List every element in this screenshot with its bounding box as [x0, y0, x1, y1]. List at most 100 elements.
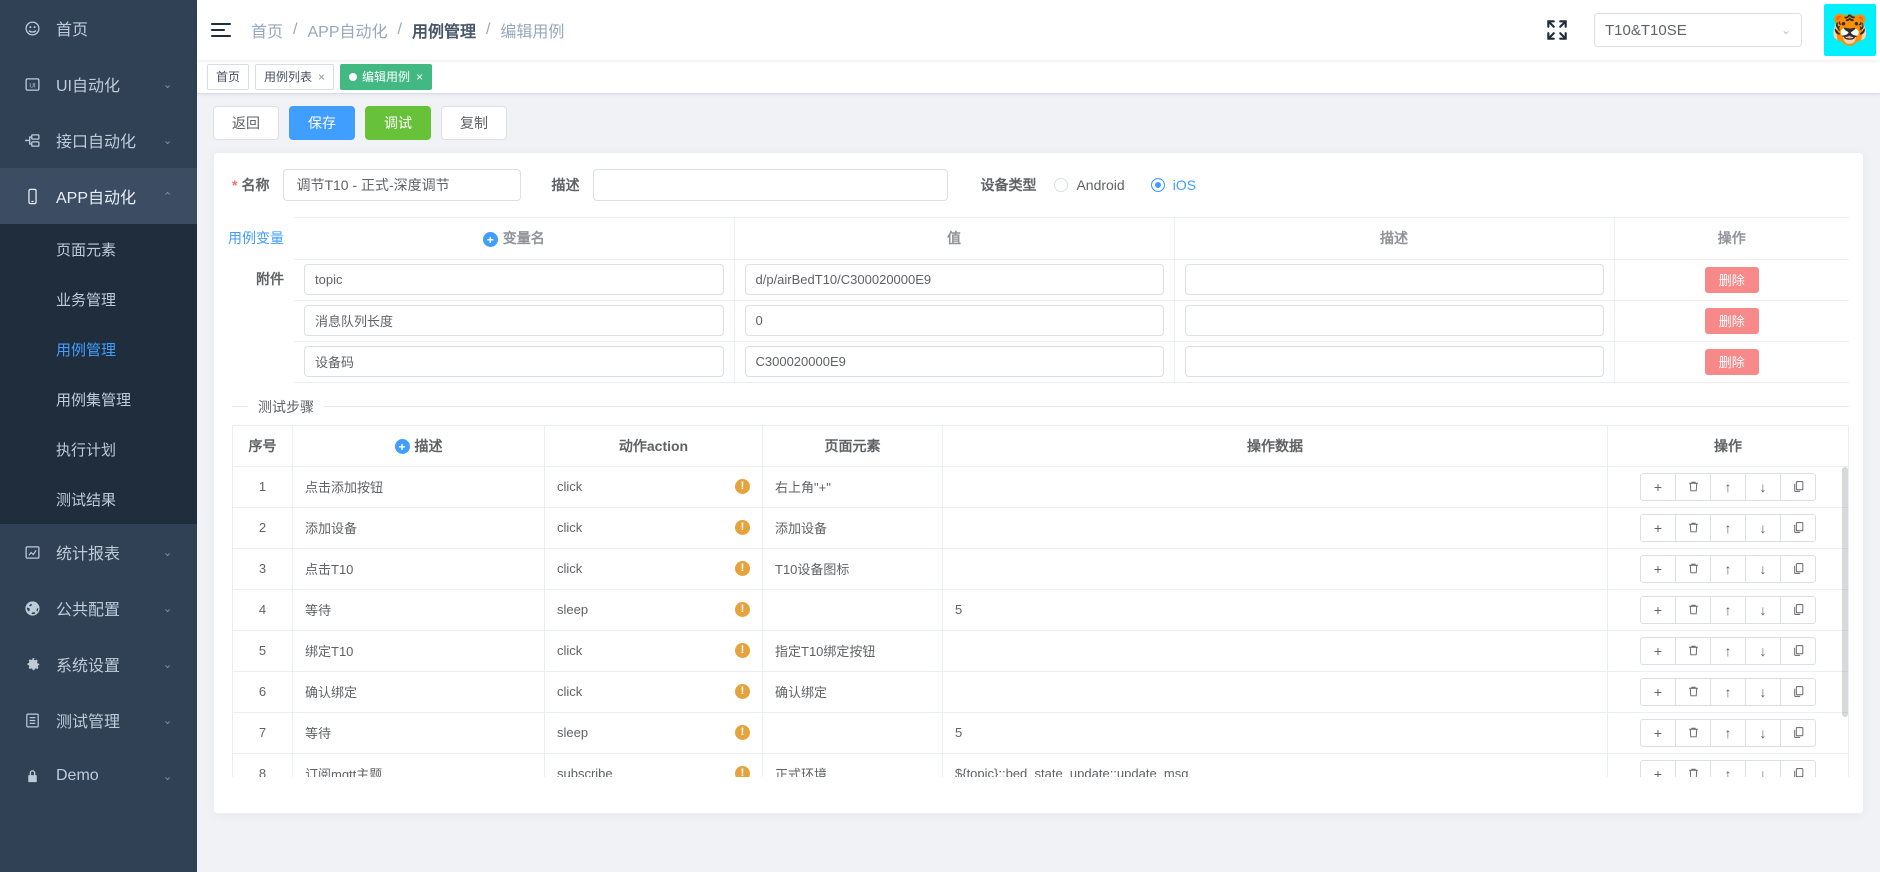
delete-variable-button[interactable]: 删除 [1704, 307, 1759, 334]
name-input[interactable]: 调节T10 - 正式-深度调节 [283, 169, 522, 201]
delete-row-button[interactable] [1675, 513, 1711, 542]
copy-row-button[interactable] [1780, 718, 1816, 747]
step-data-cell[interactable] [942, 548, 1608, 590]
step-desc-cell[interactable]: 点击T10 [292, 548, 545, 590]
delete-variable-button[interactable]: 删除 [1704, 348, 1759, 375]
copy-button[interactable]: 复制 [441, 106, 507, 140]
project-select[interactable]: T10&T10SE ⌄ [1594, 13, 1802, 47]
step-action-cell[interactable]: click ! [544, 466, 763, 508]
move-down-button[interactable]: ↓ [1745, 636, 1781, 665]
delete-row-button[interactable] [1675, 718, 1711, 747]
step-element-cell[interactable]: T10设备图标 [762, 548, 943, 590]
sidebar-item-home[interactable]: 首页 [0, 0, 197, 56]
variable-desc-input[interactable] [1184, 305, 1604, 336]
step-desc-cell[interactable]: 确认绑定 [292, 671, 545, 713]
variable-name-input[interactable]: topic [304, 264, 724, 295]
variable-name-input[interactable]: 消息队列长度 [304, 305, 724, 336]
warning-icon[interactable]: ! [735, 479, 750, 494]
radio-android[interactable]: Android [1054, 177, 1125, 193]
warning-icon[interactable]: ! [735, 602, 750, 617]
delete-row-button[interactable] [1675, 636, 1711, 665]
move-down-button[interactable]: ↓ [1745, 513, 1781, 542]
sidebar-item-test-results[interactable]: 测试结果 [0, 474, 197, 524]
tab-case-list[interactable]: 用例列表 × [255, 63, 335, 90]
variable-value-input[interactable]: d/p/airBedT10/C300020000E9 [744, 264, 1164, 295]
tab-attachments[interactable]: 附件 [228, 259, 284, 299]
move-down-button[interactable]: ↓ [1745, 595, 1781, 624]
step-data-cell[interactable] [942, 630, 1608, 672]
variable-value-input[interactable]: C300020000E9 [744, 346, 1164, 377]
variable-desc-input[interactable] [1184, 264, 1604, 295]
step-action-cell[interactable]: sleep ! [544, 712, 763, 754]
sidebar-item-execution-plan[interactable]: 执行计划 [0, 424, 197, 474]
add-row-button[interactable]: + [1640, 554, 1676, 583]
add-row-button[interactable]: + [1640, 513, 1676, 542]
step-element-cell[interactable] [762, 712, 943, 754]
variable-value-input[interactable]: 0 [744, 305, 1164, 336]
vertical-scrollbar[interactable] [1842, 466, 1848, 717]
add-row-button[interactable]: + [1640, 636, 1676, 665]
delete-row-button[interactable] [1675, 595, 1711, 624]
copy-row-button[interactable] [1780, 554, 1816, 583]
step-data-cell[interactable]: 5 [942, 589, 1608, 631]
step-element-cell[interactable]: 确认绑定 [762, 671, 943, 713]
warning-icon[interactable]: ! [735, 643, 750, 658]
step-element-cell[interactable]: 正式环境 [762, 753, 943, 777]
variable-name-input[interactable]: 设备码 [304, 346, 724, 377]
move-down-button[interactable]: ↓ [1745, 759, 1781, 777]
copy-row-button[interactable] [1780, 595, 1816, 624]
save-button[interactable]: 保存 [289, 106, 355, 140]
add-row-button[interactable]: + [1640, 677, 1676, 706]
warning-icon[interactable]: ! [735, 561, 750, 576]
add-row-button[interactable]: + [1640, 718, 1676, 747]
step-desc-cell[interactable]: 绑定T10 [292, 630, 545, 672]
step-element-cell[interactable]: 指定T10绑定按钮 [762, 630, 943, 672]
sidebar-item-statistics-report[interactable]: 统计报表 ⌄ [0, 524, 197, 580]
move-up-button[interactable]: ↑ [1710, 636, 1746, 665]
plus-circle-icon[interactable]: + [394, 439, 410, 455]
step-element-cell[interactable]: 添加设备 [762, 507, 943, 549]
variable-desc-input[interactable] [1184, 346, 1604, 377]
move-up-button[interactable]: ↑ [1710, 677, 1746, 706]
move-up-button[interactable]: ↑ [1710, 759, 1746, 777]
radio-ios[interactable]: iOS [1150, 177, 1196, 193]
move-down-button[interactable]: ↓ [1745, 554, 1781, 583]
move-up-button[interactable]: ↑ [1710, 595, 1746, 624]
tab-home[interactable]: 首页 [207, 63, 250, 90]
copy-row-button[interactable] [1780, 636, 1816, 665]
copy-row-button[interactable] [1780, 677, 1816, 706]
step-desc-cell[interactable]: 添加设备 [292, 507, 545, 549]
breadcrumb-item-case-management[interactable]: 用例管理 [410, 18, 478, 42]
delete-row-button[interactable] [1675, 554, 1711, 583]
sidebar-item-test-management[interactable]: 测试管理 ⌄ [0, 692, 197, 748]
warning-icon[interactable]: ! [735, 725, 750, 740]
add-row-button[interactable]: + [1640, 595, 1676, 624]
step-action-cell[interactable]: subscribe ! [544, 753, 763, 777]
sidebar-item-api-automation[interactable]: 接口自动化 ⌄ [0, 112, 197, 168]
move-down-button[interactable]: ↓ [1745, 677, 1781, 706]
delete-row-button[interactable] [1675, 472, 1711, 501]
delete-variable-button[interactable]: 删除 [1704, 266, 1759, 293]
sidebar-item-app-automation[interactable]: APP自动化 ⌃ [0, 168, 197, 224]
close-icon[interactable]: × [318, 70, 325, 84]
step-data-cell[interactable] [942, 466, 1608, 508]
delete-row-button[interactable] [1675, 759, 1711, 777]
step-action-cell[interactable]: click ! [544, 671, 763, 713]
delete-row-button[interactable] [1675, 677, 1711, 706]
move-down-button[interactable]: ↓ [1745, 718, 1781, 747]
step-data-cell[interactable]: 5 [942, 712, 1608, 754]
move-up-button[interactable]: ↑ [1710, 718, 1746, 747]
step-action-cell[interactable]: click ! [544, 548, 763, 590]
tab-case-variables[interactable]: 用例变量 [228, 217, 284, 259]
description-input[interactable] [593, 169, 949, 201]
debug-button[interactable]: 调试 [365, 106, 431, 140]
sidebar-item-public-config[interactable]: 公共配置 ⌄ [0, 580, 197, 636]
move-down-button[interactable]: ↓ [1745, 472, 1781, 501]
step-desc-cell[interactable]: 等待 [292, 712, 545, 754]
copy-row-button[interactable] [1780, 513, 1816, 542]
close-icon[interactable]: × [416, 70, 423, 84]
avatar[interactable]: 🐯 [1824, 4, 1876, 56]
warning-icon[interactable]: ! [735, 684, 750, 699]
copy-row-button[interactable] [1780, 759, 1816, 777]
step-desc-cell[interactable]: 等待 [292, 589, 545, 631]
